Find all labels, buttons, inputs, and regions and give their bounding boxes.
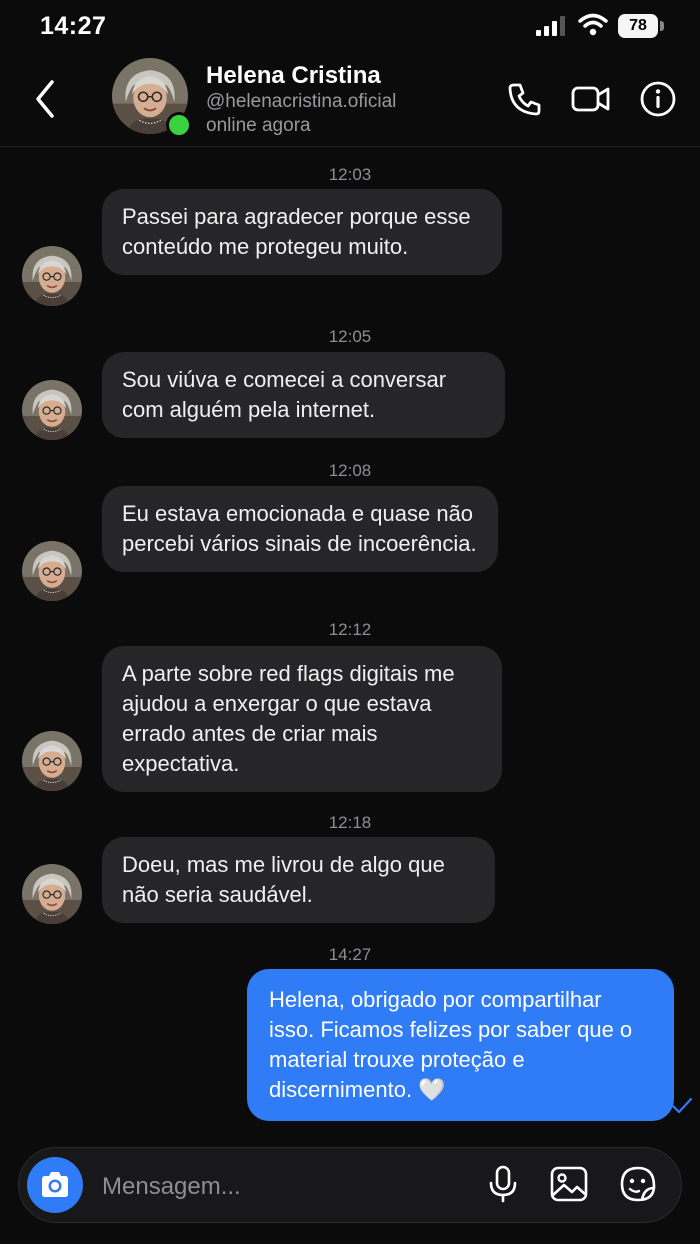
wifi-icon xyxy=(578,13,608,36)
sender-avatar xyxy=(22,541,82,601)
contact-name[interactable]: Helena Cristina xyxy=(206,62,381,90)
online-status-dot xyxy=(166,112,192,138)
status-time: 14:27 xyxy=(40,12,107,40)
camera-icon xyxy=(42,1172,68,1197)
cellular-signal-icon xyxy=(536,16,565,36)
message-input[interactable] xyxy=(102,1170,472,1204)
incoming-message[interactable]: Doeu, mas me livrou de algo que não seri… xyxy=(102,837,495,923)
incoming-message[interactable]: Passei para agradecer porque esse conteú… xyxy=(102,189,502,275)
incoming-message[interactable]: Eu estava emocionada e quase não percebi… xyxy=(102,486,498,572)
sender-avatar xyxy=(22,380,82,440)
sender-avatar xyxy=(22,731,82,791)
sender-avatar xyxy=(22,864,82,924)
checkmark-icon xyxy=(671,1097,693,1114)
contact-handle: @helenacristina.oficial xyxy=(206,91,397,112)
chevron-left-icon[interactable] xyxy=(30,78,60,120)
outgoing-message[interactable]: Helena, obrigado por compartilhar isso. … xyxy=(247,969,674,1121)
message-timestamp: 12:12 xyxy=(328,620,372,639)
sticker-icon[interactable] xyxy=(618,1164,658,1204)
contact-status: online agora xyxy=(206,115,311,136)
message-timestamp: 12:08 xyxy=(328,461,372,480)
info-icon[interactable] xyxy=(639,80,677,118)
image-icon[interactable] xyxy=(549,1164,589,1204)
message-timestamp: 12:18 xyxy=(328,813,372,832)
phone-icon[interactable] xyxy=(506,80,544,118)
message-timestamp: 12:03 xyxy=(328,165,372,184)
header-divider xyxy=(0,146,700,147)
incoming-message[interactable]: A parte sobre red flags digitais me ajud… xyxy=(102,646,502,792)
message-timestamp: 14:27 xyxy=(328,945,372,964)
message-timestamp: 12:05 xyxy=(328,327,372,346)
incoming-message[interactable]: Sou viúva e comecei a conversar com algu… xyxy=(102,352,505,438)
battery-indicator: 78 xyxy=(618,14,658,38)
sender-avatar xyxy=(22,246,82,306)
battery-cap xyxy=(660,21,664,31)
camera-button[interactable] xyxy=(27,1157,83,1213)
video-camera-icon[interactable] xyxy=(571,80,611,118)
microphone-icon[interactable] xyxy=(483,1164,523,1204)
